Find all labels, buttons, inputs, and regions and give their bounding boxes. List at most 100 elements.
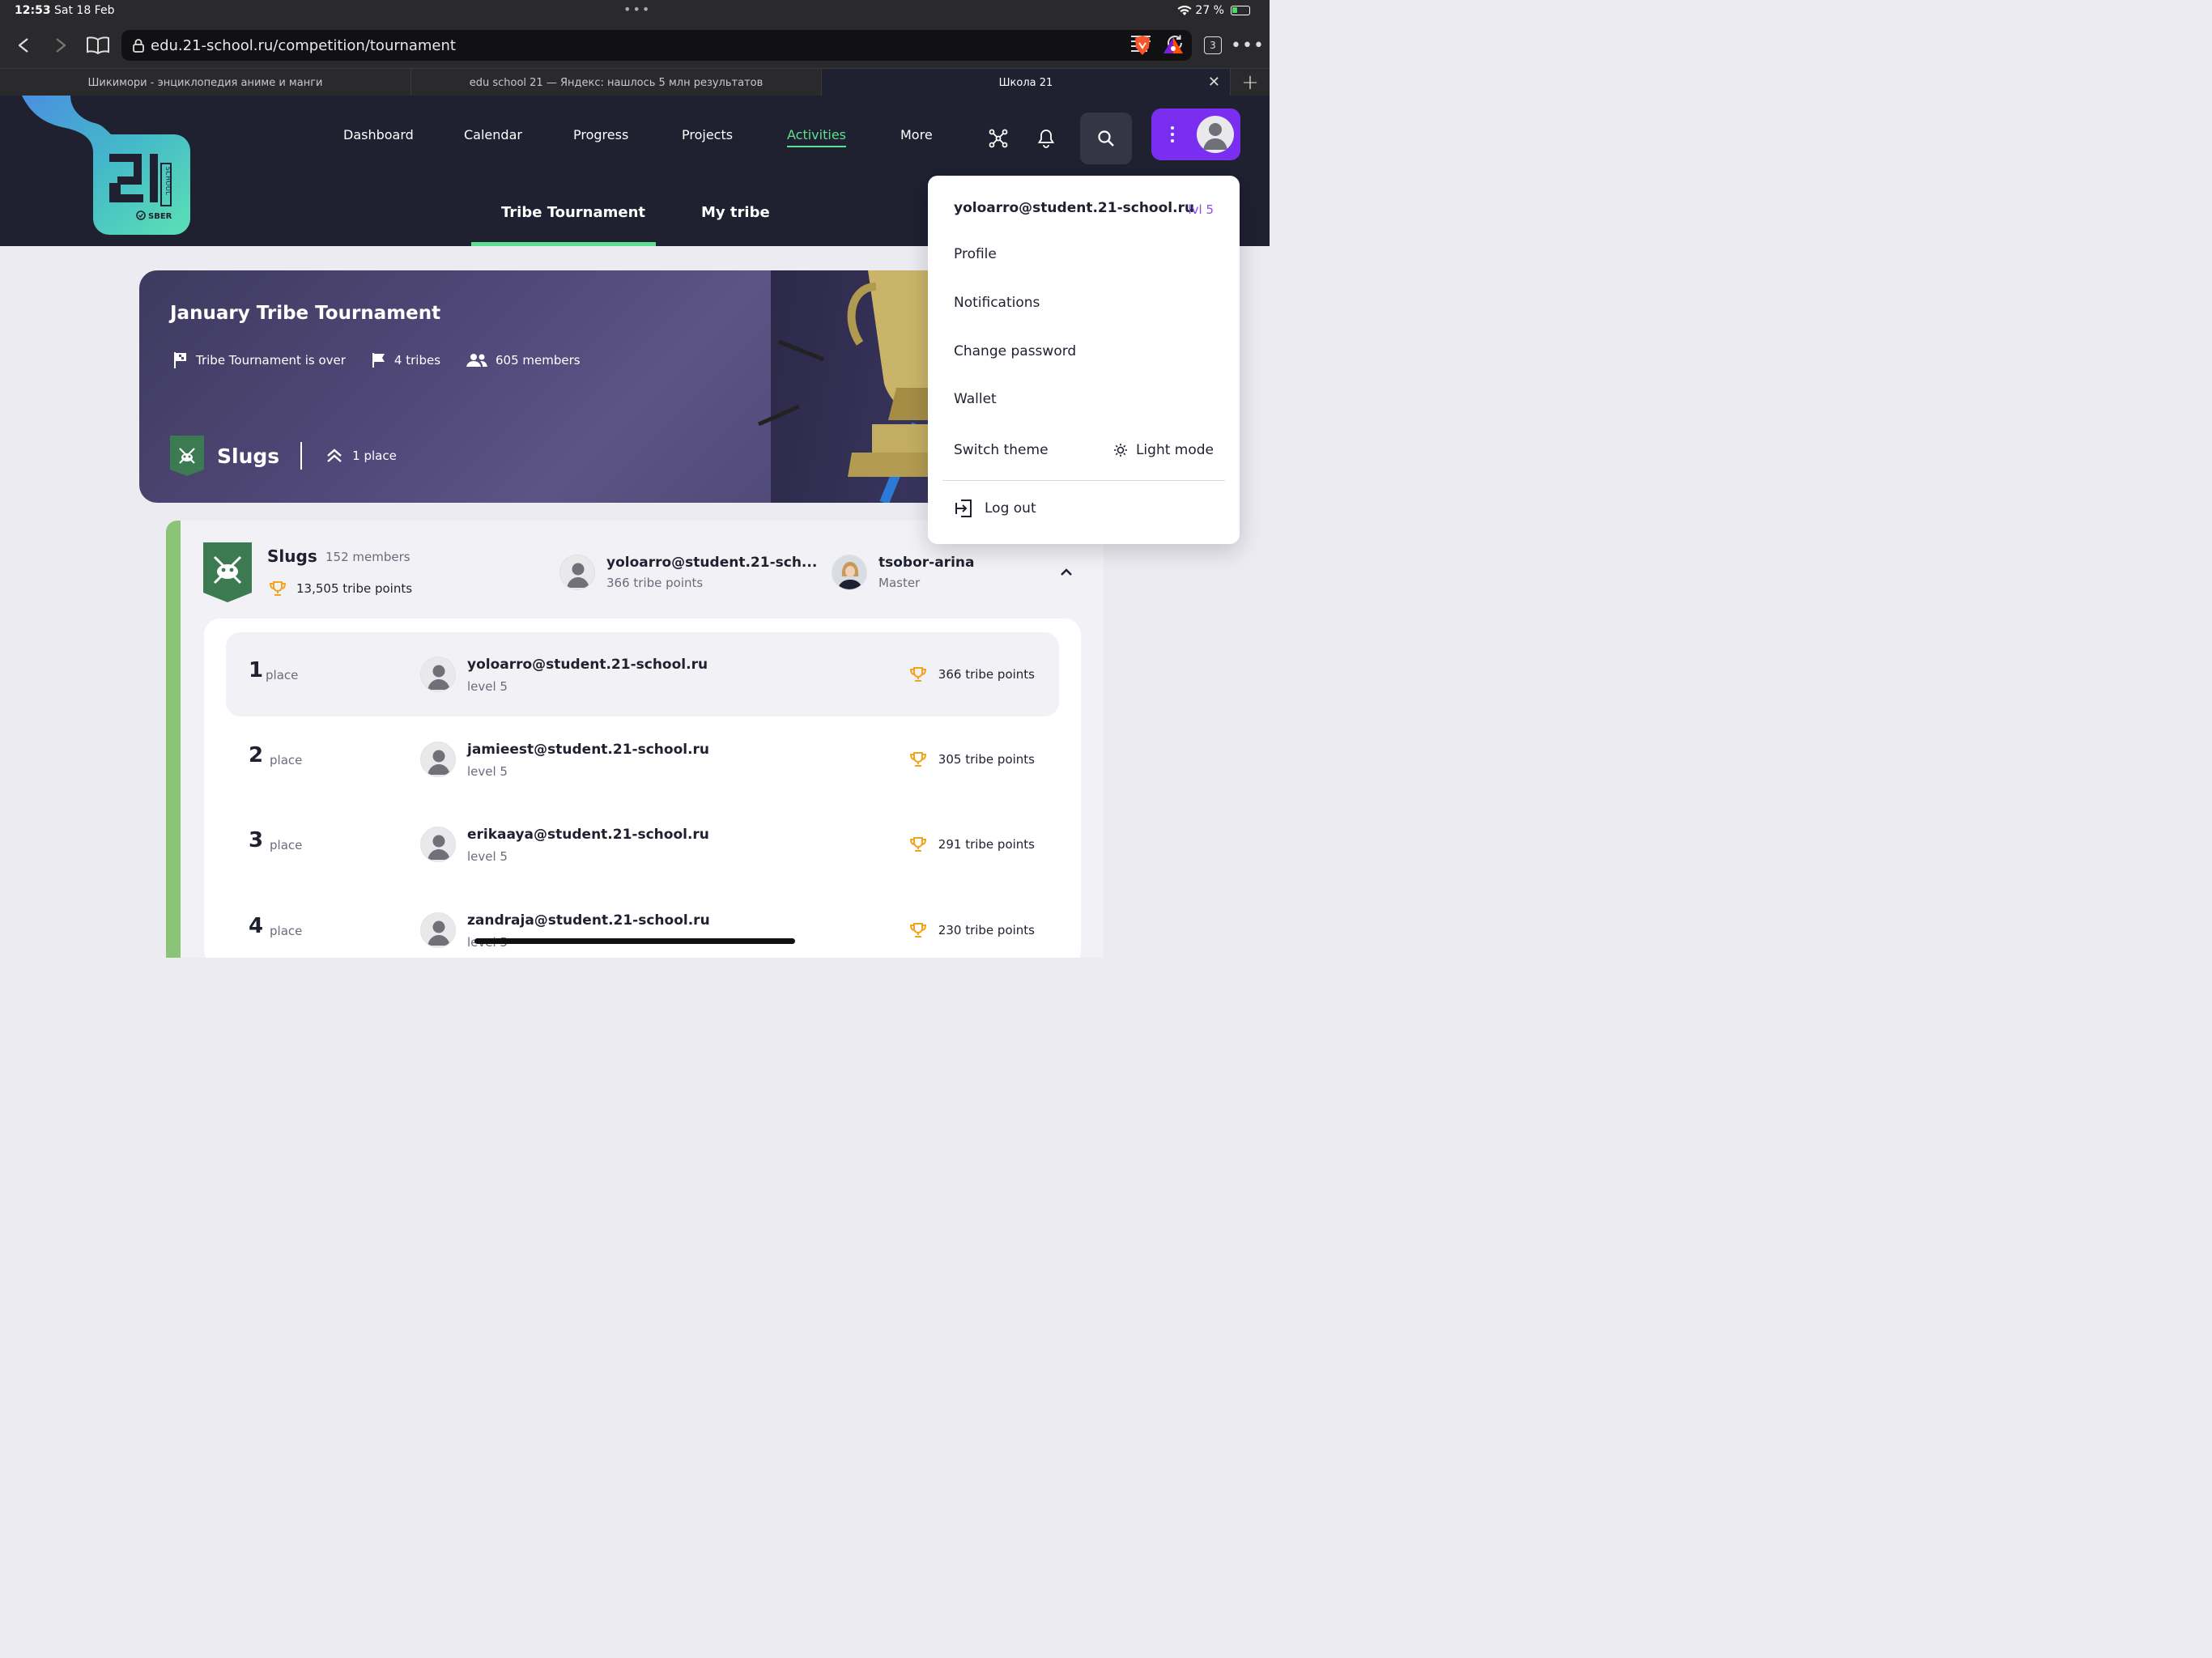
nav-progress[interactable]: Progress (573, 127, 628, 142)
tabs-overview-button[interactable]: 3 (1202, 32, 1223, 58)
status-date: Sat 18 Feb (54, 4, 115, 17)
user-level: level 5 (467, 679, 508, 694)
battery-percent: 27 % (1195, 4, 1224, 17)
double-chevron-up-icon (327, 449, 342, 462)
home-indicator[interactable] (474, 938, 795, 944)
ranking-row[interactable]: 2 place jamieest@student.21-school.ru le… (226, 717, 1059, 801)
tribe-card: Slugs 152 members 13,505 tribe points yo… (166, 521, 1104, 958)
menu-item-change-password[interactable]: Change password (954, 343, 1076, 359)
flag-icon (174, 352, 186, 368)
address-bar[interactable]: edu.21-school.ru/competition/tournament (121, 30, 1192, 61)
tribe-master[interactable]: tsobor-arina Master (832, 555, 974, 590)
avatar (1197, 116, 1234, 153)
browser-chrome: 12:53 Sat 18 Feb ••• 27 % edu.21-school.… (0, 0, 1270, 96)
tab-bar: Шикимори - энциклопедия аниме и манги ed… (0, 68, 1270, 96)
place-number: 4 (249, 914, 264, 938)
back-icon[interactable] (11, 32, 36, 58)
tournament-banner: January Tribe Tournament Tribe Tournamen… (139, 270, 949, 503)
tribe-accent-bar (166, 521, 181, 958)
user-points: 305 tribe points (909, 751, 1035, 767)
kebab-icon (1171, 126, 1174, 146)
tribe-ranking-list: 1 place yoloarro@student.21-school.ru le… (204, 619, 1081, 958)
tab-yandex[interactable]: edu school 21 — Яндекс: нашлось 5 млн ре… (411, 69, 822, 96)
ranking-row[interactable]: 3 place erikaaya@student.21-school.ru le… (226, 802, 1059, 886)
place-label: place (270, 924, 303, 938)
menu-item-switch-theme[interactable]: Switch theme (954, 442, 1049, 458)
tournament-members: 605 members (466, 353, 581, 368)
tab-title: Школа 21 (998, 76, 1053, 89)
menu-item-notifications[interactable]: Notifications (954, 295, 1040, 311)
subtab-tribe-tournament[interactable]: Tribe Tournament (501, 204, 645, 221)
school21-logo[interactable]: SCHOOL SBER (22, 96, 192, 235)
user-level: level 5 (467, 849, 508, 864)
user-login: erikaaya@student.21-school.ru (467, 827, 709, 843)
people-icon (466, 354, 488, 367)
search-icon[interactable] (1080, 113, 1132, 164)
menu-item-logout[interactable]: Log out (954, 500, 1036, 517)
more-menu-icon[interactable]: ••• (1231, 32, 1264, 58)
chevron-up-icon[interactable] (1060, 568, 1073, 577)
battery-icon (1231, 6, 1250, 15)
profile-menu-button[interactable] (1151, 108, 1240, 160)
multitasking-dots-icon[interactable]: ••• (623, 2, 651, 17)
trophy-icon (909, 667, 926, 682)
nav-projects[interactable]: Projects (682, 127, 733, 142)
sun-icon (1113, 444, 1127, 457)
nav-more[interactable]: More (900, 127, 933, 142)
place-number: 2 (249, 743, 264, 767)
user-points-value: 366 tribe points (938, 667, 1035, 682)
tournament-status-text: Tribe Tournament is over (196, 353, 346, 368)
tab-school21[interactable]: Школа 21 ✕ (822, 69, 1231, 96)
bookmarks-icon[interactable] (84, 32, 112, 58)
close-tab-icon[interactable]: ✕ (1208, 74, 1220, 91)
top-user-points: 366 tribe points (606, 576, 704, 590)
ranking-row[interactable]: 1 place yoloarro@student.21-school.ru le… (226, 632, 1059, 716)
tribe-top-user[interactable]: yoloarro@student.21-sch... 366 tribe poi… (559, 555, 817, 590)
tribe-members: 152 members (325, 550, 410, 564)
leading-tribe: Slugs 1 place (170, 436, 397, 476)
new-tab-icon[interactable]: + (1231, 69, 1270, 96)
brave-shield-icon[interactable] (1131, 32, 1154, 58)
logo-brand-text: SBER (148, 212, 172, 221)
place-label: place (270, 838, 303, 852)
brave-rewards-icon[interactable] (1162, 32, 1185, 58)
user-login: zandraja@student.21-school.ru (467, 912, 710, 929)
user-points-value: 305 tribe points (938, 752, 1035, 767)
tribe-shield-icon (203, 542, 252, 602)
nav-dashboard[interactable]: Dashboard (343, 127, 414, 142)
bell-icon[interactable] (1020, 113, 1072, 164)
top-user-login: yoloarro@student.21-sch... (606, 555, 818, 571)
tribes-count: 4 tribes (393, 353, 441, 368)
avatar (420, 827, 456, 862)
place-number: 1 (249, 658, 264, 682)
ranking-row[interactable]: 4 place zandraja@student.21-school.ru le… (226, 888, 1059, 958)
wifi-icon (1177, 5, 1192, 15)
tribe-points-value: 13,505 tribe points (296, 581, 413, 596)
avatar (420, 742, 456, 777)
menu-item-profile[interactable]: Profile (954, 246, 997, 262)
network-icon[interactable] (972, 113, 1024, 164)
subtab-my-tribe[interactable]: My tribe (701, 204, 770, 221)
profile-dropdown-menu: yoloarro@student.21-school.ru lvl 5 Prof… (928, 176, 1240, 544)
nav-activities[interactable]: Activities (787, 127, 846, 147)
forward-icon[interactable] (49, 32, 73, 58)
avatar (420, 912, 456, 948)
leading-tribe-name: Slugs (217, 444, 280, 468)
nav-calendar[interactable]: Calendar (464, 127, 522, 142)
user-level: level 5 (467, 764, 508, 779)
menu-item-wallet[interactable]: Wallet (954, 391, 997, 407)
tab-title: Шикимори - энциклопедия аниме и манги (87, 76, 323, 89)
master-login: tsobor-arina (878, 555, 975, 571)
trophy-illustration (757, 270, 949, 503)
tribe-shield-icon (170, 436, 204, 476)
tab-shikimori[interactable]: Шикимори - энциклопедия аниме и манги (0, 69, 411, 96)
menu-user-level: lvl 5 (1188, 202, 1214, 217)
tribe-points: 13,505 tribe points (269, 580, 412, 597)
user-login: yoloarro@student.21-school.ru (467, 657, 708, 673)
theme-toggle[interactable]: Light mode (1113, 442, 1214, 458)
divider (942, 480, 1225, 481)
avatar (832, 555, 867, 590)
status-bar: 12:53 Sat 18 Feb ••• 27 % (0, 0, 1270, 23)
divider (300, 442, 303, 470)
theme-value: Light mode (1135, 442, 1214, 458)
